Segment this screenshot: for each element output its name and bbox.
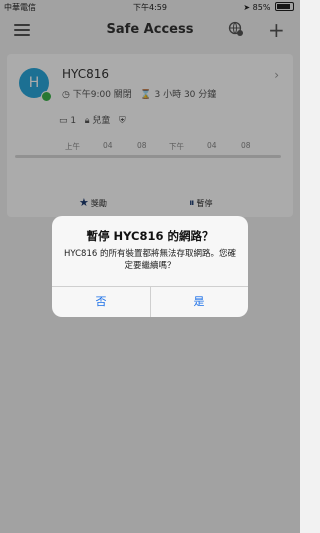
confirm-dialog: 暫停 HYC816 的網路？ HYC816 的所有裝置都將無法存取網路。您確定要… xyxy=(52,216,248,317)
cancel-button[interactable]: 否 xyxy=(52,287,150,317)
dialog-title: 暫停 HYC816 的網路？ xyxy=(86,229,214,243)
confirm-button[interactable]: 是 xyxy=(150,287,248,317)
dialog-message: HYC816 的所有裝置都將無法存取網路。您確定要繼續嗎？ xyxy=(64,249,236,271)
